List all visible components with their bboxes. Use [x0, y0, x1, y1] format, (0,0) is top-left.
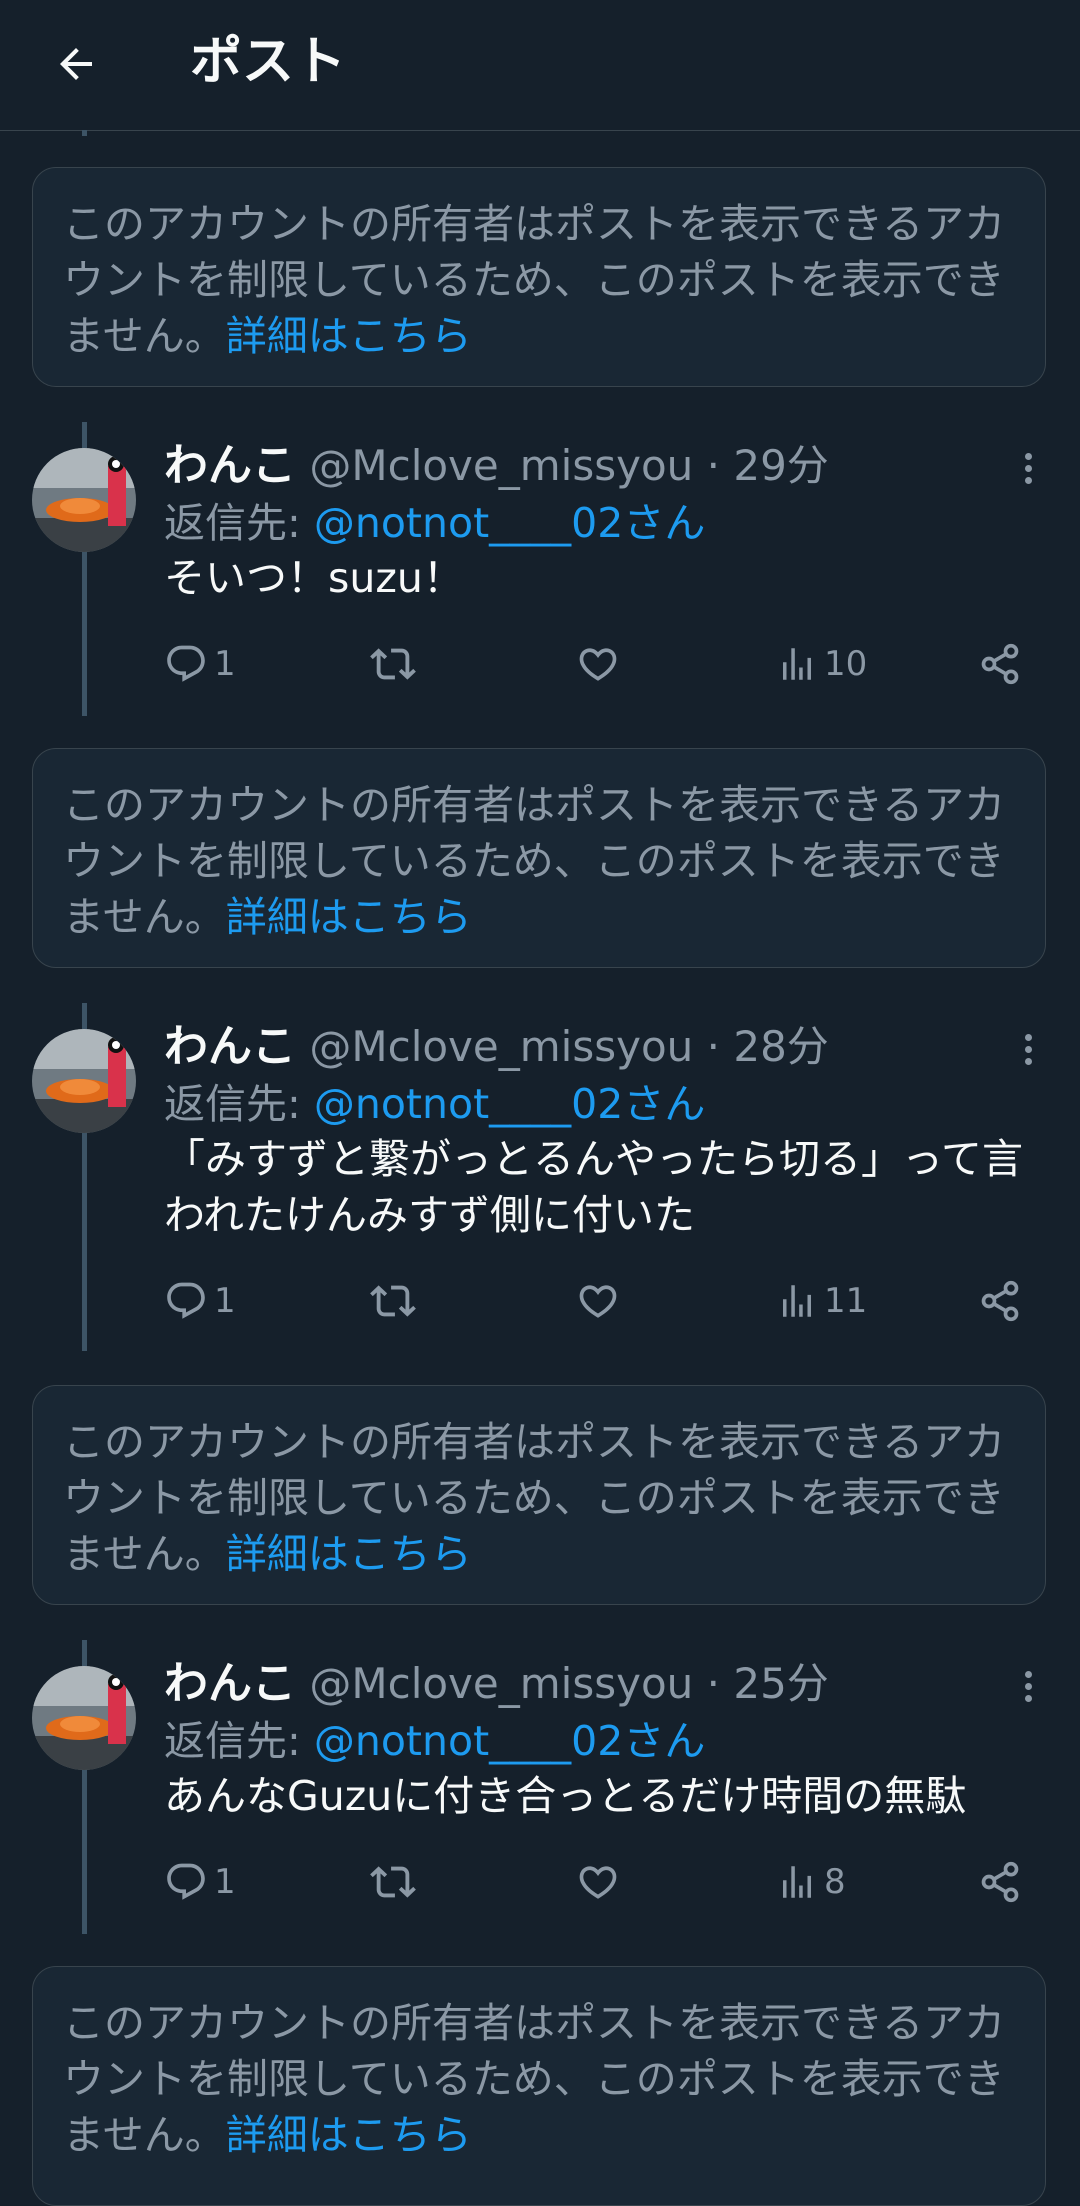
restricted-notice-text: このアカウントの所有者はポストを表示できるアカウントを制限しているため、このポス…: [63, 1418, 1006, 1578]
share-button[interactable]: [978, 1273, 1022, 1329]
timestamp[interactable]: 25分: [733, 1659, 828, 1708]
views-icon: [783, 1285, 811, 1317]
like-button[interactable]: [576, 1854, 626, 1910]
reply-count: 1: [214, 1281, 236, 1321]
restricted-post-notice: このアカウントの所有者はポストを表示できるアカウントを制限しているため、このポス…: [32, 167, 1046, 387]
more-icon: [1024, 452, 1032, 460]
share-icon: [981, 643, 1019, 685]
views-icon: [783, 1866, 811, 1898]
share-button[interactable]: [978, 636, 1022, 692]
reply-button[interactable]: 1: [164, 1273, 236, 1329]
share-button[interactable]: [978, 1854, 1022, 1910]
more-icon: [1024, 1670, 1032, 1678]
tweet[interactable]: わんこ @Mclove_missyou · 29分 返信先: @notnot__…: [0, 422, 1080, 722]
reply-to-prefix: 返信先:: [164, 499, 314, 547]
timestamp[interactable]: 29分: [733, 441, 828, 490]
more-icon: [1024, 1033, 1032, 1041]
reply-to-mention[interactable]: @notnot____02さん: [314, 1080, 705, 1128]
user-handle[interactable]: @Mclove_missyou: [309, 1659, 693, 1708]
timestamp[interactable]: 28分: [733, 1022, 828, 1071]
arrow-left-icon: [60, 48, 92, 80]
reply-to-prefix: 返信先:: [164, 1717, 314, 1765]
more-options-button[interactable]: [1010, 1658, 1046, 1714]
share-icon: [981, 1280, 1019, 1322]
reply-to-line: 返信先: @notnot____02さん: [164, 1712, 705, 1770]
restricted-post-notice: このアカウントの所有者はポストを表示できるアカウントを制限しているため、このポス…: [32, 1385, 1046, 1605]
tweet-header: わんこ @Mclove_missyou · 28分: [164, 1017, 829, 1077]
share-icon: [981, 1861, 1019, 1903]
reply-count: 1: [214, 1862, 236, 1902]
separator-dot: ·: [706, 1022, 720, 1071]
display-name[interactable]: わんこ: [164, 440, 296, 491]
like-icon: [579, 648, 617, 681]
learn-more-link[interactable]: 詳細はこちら: [226, 1530, 472, 1578]
restricted-notice-text: このアカウントの所有者はポストを表示できるアカウントを制限しているため、このポス…: [63, 200, 1006, 360]
like-icon: [579, 1285, 617, 1318]
reply-to-line: 返信先: @notnot____02さん: [164, 1075, 705, 1133]
learn-more-link[interactable]: 詳細はこちら: [226, 312, 472, 360]
tweet-header: わんこ @Mclove_missyou · 25分: [164, 1654, 829, 1714]
repost-icon: [370, 1866, 416, 1898]
top-app-bar: ポスト: [0, 0, 1080, 131]
avatar[interactable]: [32, 448, 136, 552]
display-name[interactable]: わんこ: [164, 1021, 296, 1072]
display-name[interactable]: わんこ: [164, 1658, 296, 1709]
restricted-notice-text: このアカウントの所有者はポストを表示できるアカウントを制限しているため、このポス…: [63, 781, 1006, 941]
reply-icon: [167, 1863, 205, 1900]
repost-button[interactable]: [370, 636, 422, 692]
reply-count: 1: [214, 644, 236, 684]
repost-icon: [370, 1285, 416, 1317]
restricted-post-notice: このアカウントの所有者はポストを表示できるアカウントを制限しているため、このポス…: [32, 748, 1046, 968]
tweet-header: わんこ @Mclove_missyou · 29分: [164, 436, 829, 496]
views-count: 11: [824, 1281, 868, 1321]
learn-more-link[interactable]: 詳細はこちら: [226, 2111, 472, 2159]
more-options-button[interactable]: [1010, 1021, 1046, 1077]
tweet-text: そいつ！suzu！: [164, 554, 464, 602]
repost-button[interactable]: [370, 1273, 422, 1329]
page-title: ポスト: [190, 32, 347, 92]
tweet-text: 「みすずと繋がっとるんやったら切る」って言われたけんみすず側に付いた: [164, 1135, 1023, 1239]
reply-button[interactable]: 1: [164, 1854, 236, 1910]
views-button[interactable]: 10: [776, 636, 867, 692]
like-button[interactable]: [576, 1273, 626, 1329]
back-button[interactable]: [44, 32, 108, 96]
restricted-post-notice: このアカウントの所有者はポストを表示できるアカウントを制限しているため、このポス…: [32, 1966, 1046, 2206]
reply-to-mention[interactable]: @notnot____02さん: [314, 499, 705, 547]
reply-to-mention[interactable]: @notnot____02さん: [314, 1717, 705, 1765]
repost-button[interactable]: [370, 1854, 422, 1910]
more-options-button[interactable]: [1010, 440, 1046, 496]
views-count: 10: [824, 644, 868, 684]
separator-dot: ·: [706, 1659, 720, 1708]
views-button[interactable]: 8: [776, 1854, 846, 1910]
reply-icon: [167, 1282, 205, 1319]
views-button[interactable]: 11: [776, 1273, 867, 1329]
thread-connector: [82, 130, 87, 136]
reply-to-prefix: 返信先:: [164, 1080, 314, 1128]
restricted-notice-text: このアカウントの所有者はポストを表示できるアカウントを制限しているため、このポス…: [63, 1999, 1006, 2159]
learn-more-link[interactable]: 詳細はこちら: [226, 893, 472, 941]
views-icon: [783, 648, 811, 680]
reply-button[interactable]: 1: [164, 636, 236, 692]
reply-to-line: 返信先: @notnot____02さん: [164, 494, 705, 552]
views-count: 8: [824, 1862, 846, 1902]
separator-dot: ·: [706, 441, 720, 490]
avatar[interactable]: [32, 1666, 136, 1770]
reply-icon: [167, 645, 205, 682]
tweet-text: あんなGuzuに付き合っとるだけ時間の無駄: [164, 1772, 967, 1820]
like-icon: [579, 1866, 617, 1899]
tweet[interactable]: わんこ @Mclove_missyou · 28分 返信先: @notnot__…: [0, 1003, 1080, 1363]
avatar[interactable]: [32, 1029, 136, 1133]
tweet[interactable]: わんこ @Mclove_missyou · 25分 返信先: @notnot__…: [0, 1640, 1080, 1940]
repost-icon: [370, 648, 416, 680]
user-handle[interactable]: @Mclove_missyou: [309, 441, 693, 490]
user-handle[interactable]: @Mclove_missyou: [309, 1022, 693, 1071]
like-button[interactable]: [576, 636, 626, 692]
